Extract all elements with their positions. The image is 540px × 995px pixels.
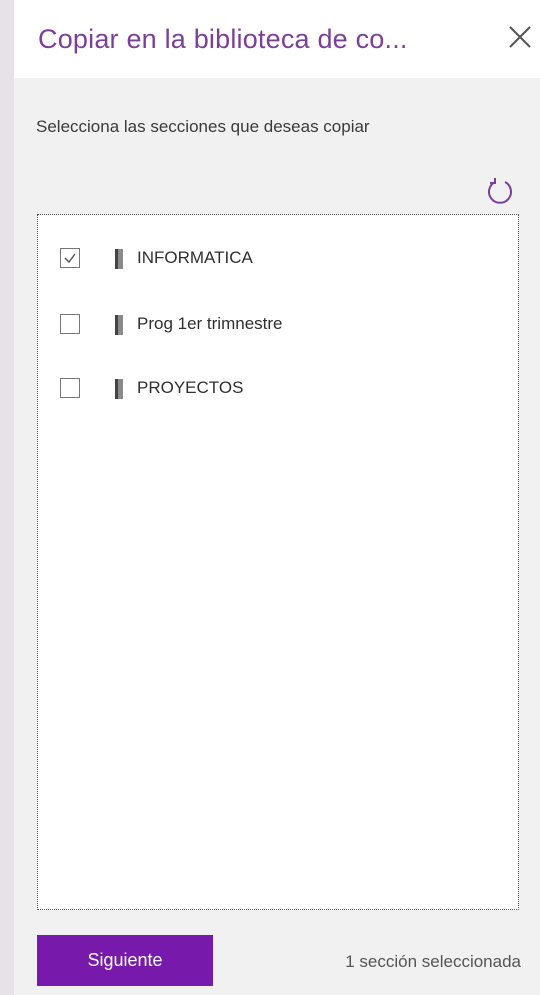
- dialog-header: Copiar en la biblioteca de co...: [14, 0, 540, 78]
- section-label: INFORMATICA: [137, 248, 253, 267]
- section-tab-icon: [115, 379, 123, 399]
- close-icon: [509, 26, 531, 48]
- instructions-text: Selecciona las secciones que deseas copi…: [36, 117, 370, 136]
- dialog-title: Copiar en la biblioteca de co...: [38, 24, 408, 54]
- next-button[interactable]: Siguiente: [37, 935, 213, 986]
- list-item[interactable]: INFORMATICA: [38, 239, 518, 279]
- list-item[interactable]: Prog 1er trimnestre: [38, 305, 518, 345]
- section-label: PROYECTOS: [137, 378, 244, 397]
- background-strip: [0, 0, 14, 995]
- section-checkbox[interactable]: [60, 314, 80, 334]
- section-list: INFORMATICA Prog 1er trimnestre PROYECTO…: [37, 214, 519, 910]
- dialog-body: Selecciona las secciones que deseas copi…: [14, 78, 540, 995]
- section-label: Prog 1er trimnestre: [137, 314, 283, 333]
- section-checkbox[interactable]: [60, 248, 80, 268]
- checkmark-icon: [64, 253, 76, 264]
- section-tab-icon: [115, 315, 123, 335]
- refresh-icon: [488, 178, 512, 204]
- refresh-button[interactable]: [483, 174, 517, 208]
- list-item[interactable]: PROYECTOS: [38, 369, 518, 409]
- close-button[interactable]: [500, 20, 540, 56]
- section-tab-icon: [115, 249, 123, 269]
- section-checkbox[interactable]: [60, 378, 80, 398]
- selection-status: 1 sección seleccionada: [345, 952, 521, 971]
